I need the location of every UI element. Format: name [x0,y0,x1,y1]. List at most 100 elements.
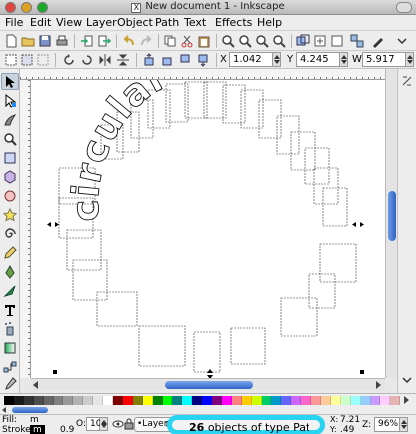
x-input[interactable]: 1.042 [229,52,273,67]
menu-layer[interactable]: Layer [86,16,117,29]
fill-stroke-icon[interactable] [371,34,385,48]
select-all-layers-icon[interactable] [20,53,34,67]
rotate-cw-icon[interactable] [80,53,94,67]
ellipse-tool-icon[interactable] [3,189,17,203]
chevron-down-icon[interactable] [395,34,409,48]
color-swatch[interactable] [370,396,381,405]
horizontal-scroll-thumb[interactable] [165,381,253,389]
unlink-clone-icon[interactable] [330,34,344,48]
bottom-right-handle[interactable] [360,370,364,374]
spray-tool-icon[interactable] [3,322,17,336]
color-swatch[interactable] [330,396,341,405]
right-scale-handle[interactable] [352,222,364,227]
new-document-icon[interactable] [4,34,18,48]
menu-effects[interactable]: Effects [215,16,252,29]
dropper-tool-icon[interactable] [3,377,17,391]
import-icon[interactable] [80,34,94,48]
w-spin-arrows[interactable] [406,52,414,67]
color-swatch[interactable] [291,396,302,405]
left-scale-handle[interactable] [47,222,59,227]
color-swatch[interactable] [321,396,331,405]
color-swatch[interactable] [93,396,104,405]
zoom-selection-icon[interactable] [221,34,235,48]
color-swatch[interactable] [152,396,163,405]
color-swatch[interactable] [390,396,401,405]
stroke-indicator[interactable]: m [30,425,45,434]
color-swatch[interactable] [13,396,24,405]
color-swatch[interactable] [261,396,272,405]
3d-box-tool-icon[interactable] [3,170,17,184]
rectangle-tool-icon[interactable] [3,151,17,165]
tweak-tool-icon[interactable] [3,113,17,127]
circular-text[interactable]: circular text This is my sample [31,80,204,223]
copy-icon[interactable] [163,34,177,48]
y-input[interactable]: 4.245 [296,52,340,67]
export-icon[interactable] [97,34,111,48]
x-spin-arrows[interactable] [273,52,281,67]
menu-view[interactable]: View [56,16,82,29]
flip-horizontal-icon[interactable] [98,53,112,67]
drawing-canvas[interactable]: circular text This is my sample [31,80,385,378]
opacity-spin-arrows[interactable] [100,417,108,431]
color-swatch[interactable] [63,396,74,405]
fill-indicator[interactable]: m [30,415,39,425]
color-swatch[interactable] [271,396,282,405]
vertical-scroll-thumb[interactable] [388,191,396,241]
eye-icon[interactable] [112,419,124,429]
toolbar-toggle-button[interactable] [396,2,412,13]
horizontal-scrollbar[interactable] [31,378,385,390]
save-icon[interactable] [38,34,52,48]
color-swatch[interactable] [33,396,44,405]
scroll-left-arrow-icon[interactable] [33,381,38,389]
lower-icon[interactable] [178,53,192,67]
node-tool-icon[interactable] [3,94,17,108]
cut-icon[interactable] [180,34,194,48]
zoom-drawing-icon[interactable] [238,34,252,48]
color-swatch[interactable] [132,396,143,405]
color-swatch[interactable] [112,396,123,405]
zoom-page-icon[interactable] [255,34,269,48]
pen-tool-icon[interactable] [3,265,17,279]
zoom-input[interactable]: 96% [374,417,400,432]
color-swatch[interactable] [172,396,183,405]
raise-icon[interactable] [160,53,174,67]
redo-icon[interactable] [139,34,153,48]
undo-icon[interactable] [122,34,136,48]
color-swatch[interactable] [43,396,54,405]
connector-tool-icon[interactable] [3,360,17,374]
color-swatch[interactable] [301,396,312,405]
vertical-scrollbar[interactable] [385,69,397,378]
w-input[interactable]: 5.917 [362,52,406,67]
menu-edit[interactable]: Edit [30,16,51,29]
raise-to-top-icon[interactable] [142,53,156,67]
rotate-ccw-icon[interactable] [62,53,76,67]
snap-toggle-icon[interactable] [401,75,413,87]
color-swatch[interactable] [182,396,193,405]
palette-scrollbar[interactable] [0,406,416,414]
bottom-left-handle[interactable] [53,370,57,374]
menu-help[interactable]: Help [257,16,282,29]
color-swatch[interactable] [281,396,292,405]
bottom-scale-handle[interactable] [207,369,213,378]
text-tool-icon[interactable] [3,303,17,317]
chevron-down-icon[interactable] [401,374,413,386]
menu-text[interactable]: Text [184,16,206,29]
lock-icon[interactable] [124,418,134,430]
color-swatch[interactable] [4,396,14,405]
zoom-width-icon[interactable] [272,34,286,48]
color-swatch[interactable] [162,396,173,405]
menu-path[interactable]: Path [155,16,179,29]
color-swatch[interactable] [53,396,64,405]
pencil-tool-icon[interactable] [3,246,17,260]
menu-object[interactable]: Object [117,16,153,29]
stroke-width-value[interactable]: 0.9 [60,425,74,434]
color-swatch[interactable] [192,396,203,405]
color-swatch[interactable] [241,396,252,405]
color-swatch[interactable] [122,396,133,405]
vertical-ruler[interactable] [20,80,31,378]
color-swatch[interactable] [103,396,113,405]
color-swatch[interactable] [340,396,351,405]
color-swatch[interactable] [311,396,321,405]
menu-file[interactable]: File [5,16,23,29]
open-folder-icon[interactable] [21,34,35,48]
